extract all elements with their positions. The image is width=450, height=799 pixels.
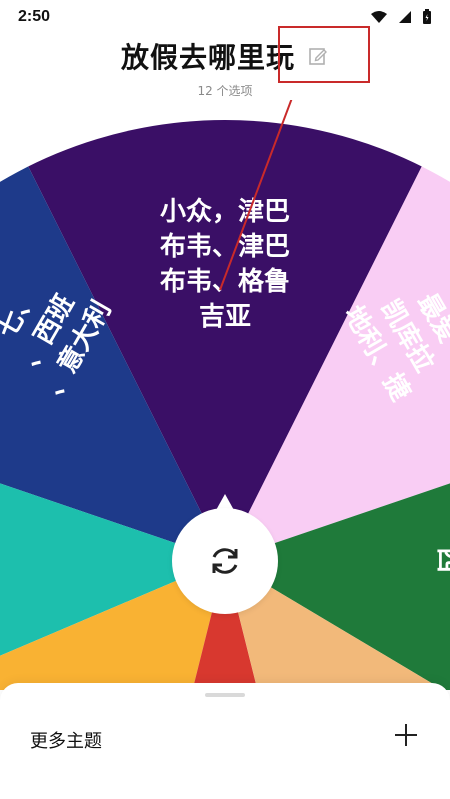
bottom-sheet[interactable]: 更多主题 [0, 683, 450, 799]
options-count: 12 个选项 [197, 84, 253, 98]
annotation-box [278, 26, 370, 83]
page-title: 放假去哪里玩 [120, 41, 295, 74]
status-icons [370, 9, 432, 25]
svg-text:西: 西 [433, 547, 450, 573]
refresh-icon [212, 548, 238, 574]
sheet-handle[interactable] [205, 693, 245, 697]
plus-icon [395, 724, 417, 746]
status-bar: 2:50 [0, 0, 450, 34]
spin-button[interactable] [172, 508, 278, 614]
add-button[interactable] [392, 721, 420, 749]
svg-text:布韦、格鲁: 布韦、格鲁 [160, 266, 290, 297]
svg-text:小众，津巴: 小众，津巴 [160, 197, 290, 227]
svg-text:布韦、津巴: 布韦、津巴 [160, 232, 290, 262]
svg-text:吉亚: 吉亚 [199, 302, 251, 332]
segment-label-4: 西 [433, 547, 450, 573]
wifi-icon [371, 11, 387, 23]
more-themes-label[interactable]: 更多主题 [30, 727, 102, 753]
header: 放假去哪里玩 [0, 34, 450, 78]
battery-icon [423, 9, 431, 24]
signal-icon [399, 11, 411, 23]
status-time: 2:50 [18, 8, 51, 25]
